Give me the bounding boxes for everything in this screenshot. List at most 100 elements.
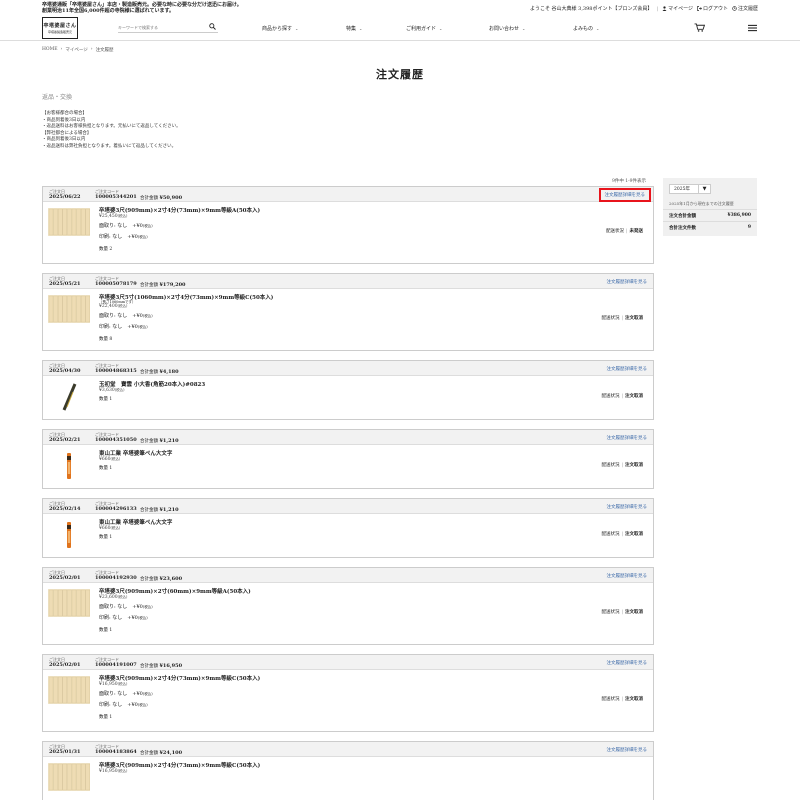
- delivery-status: 配送状況 | 未発送: [606, 228, 643, 234]
- product-price: ¥660(税込): [99, 526, 120, 531]
- order-code: ご注文コード 100004183864: [95, 744, 137, 755]
- product-price: ¥16,950(税込): [99, 682, 127, 687]
- order-detail-link[interactable]: 注文履歴詳細を見る: [607, 279, 648, 285]
- tax-label: (税込): [117, 769, 128, 773]
- product-name[interactable]: 卒塔婆3尺(909mm)×2寸4分(73mm)×9mm等級C(50本入): [99, 674, 260, 682]
- logout-link[interactable]: ログアウト: [697, 5, 728, 12]
- order-detail-link[interactable]: 注文履歴詳細を見る: [607, 660, 648, 666]
- order-card: ご注文日 2025/02/14 ご注文コード 100004296133 合計金額 ¥1,…: [42, 498, 654, 558]
- breadcrumb-mypage[interactable]: マイページ: [65, 47, 87, 53]
- nav-contact[interactable]: お問い合わせ ⌄: [489, 25, 573, 32]
- option-chamfer-label: 面取り: なし: [99, 223, 128, 229]
- product-thumbnail[interactable]: [48, 763, 90, 791]
- menu-icon[interactable]: [748, 24, 757, 32]
- product-thumbnail[interactable]: [48, 295, 90, 323]
- delivery-status-value: 注文取消: [625, 610, 643, 615]
- option-chamfer: 面取り: なし +¥0(税込): [99, 603, 153, 610]
- nav-reading[interactable]: よみもの ⌄: [573, 25, 633, 32]
- product-name[interactable]: 卒塔婆3尺(909mm)×2寸4分(73mm)×9mm等級C(50本入): [99, 761, 260, 769]
- tax-label: (税込): [142, 605, 153, 609]
- tax-label: (税込): [110, 457, 121, 461]
- product-name[interactable]: 卒塔婆3尺(909mm)×2寸4分(73mm)×9mm等級A(50本入): [99, 206, 260, 214]
- chevron-down-icon: ⌄: [596, 26, 600, 31]
- order-total: 合計金額 ¥1,210: [140, 438, 179, 444]
- option-print-label: 印刷: なし: [99, 324, 123, 330]
- option-chamfer-label: 面取り: なし: [99, 604, 128, 610]
- order-detail-link[interactable]: 注文履歴詳細を見る: [607, 435, 648, 441]
- delivery-status-label: 配送状況: [601, 463, 620, 468]
- order-detail-link[interactable]: 注文履歴詳細を見る: [607, 573, 648, 579]
- product-price-value: ¥22,400: [99, 304, 118, 309]
- product-thumbnail[interactable]: [48, 676, 90, 704]
- order-date-value: 2025/01/31: [49, 748, 81, 755]
- product-thumbnail[interactable]: [48, 452, 90, 480]
- tax-label: (税込): [117, 682, 128, 686]
- product-quantity: 数量 1: [99, 397, 113, 402]
- product-name[interactable]: 東山工業 卒塔婆筆ぺん大文字: [99, 518, 172, 526]
- product-name[interactable]: 東山工業 卒塔婆筆ぺん大文字: [99, 449, 172, 457]
- order-total-value: ¥24,100: [159, 750, 183, 756]
- nav-features[interactable]: 特集 ⌄: [346, 25, 406, 32]
- order-detail-link[interactable]: 注文履歴詳細を見る: [598, 188, 651, 202]
- breadcrumb-sep: ›: [90, 47, 93, 52]
- search-icon[interactable]: [209, 23, 216, 30]
- order-detail-link[interactable]: 注文履歴詳細を見る: [607, 366, 648, 372]
- returns-title: 返品・交換: [42, 94, 73, 101]
- user-bar: ようこそ 谷山大典様 3,398ポイント【ブロンズ会員】 | マイページ ログア…: [529, 5, 758, 13]
- delivery-status-label: 配送状況: [601, 697, 620, 702]
- user-greeting: ようこそ 谷山大典様 3,398ポイント【ブロンズ会員】: [529, 6, 653, 12]
- order-header: ご注文日 2025/01/31 ご注文コード 100004183864 合計金額 ¥24…: [43, 742, 653, 757]
- delivery-status: 配送状況 | 注文取消: [601, 696, 643, 702]
- year-select[interactable]: 2025年 ▼: [669, 184, 711, 194]
- product-quantity: 数量 1: [99, 535, 113, 540]
- order-header: ご注文日 2025/02/21 ご注文コード 100004351050 合計金額 ¥1,…: [43, 430, 653, 445]
- order-date-value: 2025/02/21: [49, 436, 81, 443]
- summary-count-label: 合計注文件数: [669, 226, 696, 231]
- option-print: 印刷: なし +¥0(税込): [99, 233, 148, 240]
- search-input[interactable]: [118, 24, 206, 30]
- option-price: +¥0: [132, 313, 143, 319]
- order-date: ご注文日 2025/02/14: [49, 501, 80, 512]
- option-print-label: 印刷: なし: [99, 234, 123, 240]
- order-detail-link[interactable]: 注文履歴詳細を見る: [607, 747, 648, 753]
- mypage-link[interactable]: マイページ: [662, 5, 693, 12]
- summary-total-row: 注文合計金額 ¥386,900: [663, 209, 757, 220]
- order-code-value: 100005344201: [95, 193, 137, 200]
- cart-icon[interactable]: [694, 23, 705, 32]
- year-value: 2025年: [674, 187, 690, 192]
- product-thumbnail[interactable]: [48, 208, 90, 236]
- order-total: 合計金額 ¥50,900: [140, 195, 182, 201]
- order-total: 合計金額 ¥4,180: [140, 369, 179, 375]
- returns-policy: 【お客様都合の場合】 ・商品到着後3日以内 ・返品送料はお客様負担となります。元…: [42, 111, 181, 150]
- nav-guide[interactable]: ご利用ガイド ⌄: [406, 25, 489, 32]
- order-total-value: ¥16,950: [159, 663, 183, 669]
- order-total-value: ¥1,210: [159, 507, 179, 513]
- dropdown-arrow-icon: ▼: [698, 185, 710, 193]
- history-link[interactable]: 注文履歴: [732, 5, 758, 12]
- separator: |: [621, 316, 623, 321]
- order-card: ご注文日 2025/06/22 ご注文コード 100005344201 合計金額 ¥50…: [42, 186, 654, 264]
- breadcrumb-home[interactable]: HOME: [42, 47, 58, 53]
- option-price: +¥0: [127, 324, 138, 330]
- option-price: +¥0: [127, 702, 138, 708]
- site-header: 卒塔婆屋さん 卒塔婆製造販売元 商品から探す⌄ 特集⌄ ご利用ガイド⌄ お問い合…: [0, 15, 800, 41]
- order-date: ご注文日 2025/04/30: [49, 363, 80, 374]
- option-price: +¥0: [132, 604, 143, 610]
- order-detail-link[interactable]: 注文履歴詳細を見る: [607, 504, 648, 510]
- tax-label: (税込): [142, 692, 153, 696]
- product-thumbnail[interactable]: [48, 521, 90, 549]
- product-thumbnail[interactable]: [48, 589, 90, 617]
- order-code-value: 100004296133: [95, 505, 137, 512]
- store-notice: 卒塔婆通販「卒塔婆屋さん」本店・製造販売元。必要な時に必要な分だけ送迅にお届け。…: [42, 2, 372, 14]
- product-price: ¥23,600(税込): [99, 595, 127, 600]
- product-name[interactable]: 卒塔婆3尺(909mm)×2寸(60mm)×9mm等級A(50本入): [99, 587, 251, 595]
- product-thumbnail[interactable]: [48, 383, 90, 411]
- nav-products[interactable]: 商品から探す ⌄: [262, 25, 346, 32]
- order-total-label: 合計金額: [140, 751, 158, 756]
- site-logo[interactable]: 卒塔婆屋さん 卒塔婆製造販売元: [42, 17, 78, 39]
- order-date: ご注文日 2025/02/01: [49, 657, 80, 668]
- product-name[interactable]: 玉初堂 寶雲 小大香(角筋20本入)#0823: [99, 380, 205, 388]
- product-price-value: ¥16,950: [99, 682, 118, 687]
- breadcrumb: HOME › マイページ › 注文履歴: [42, 47, 114, 53]
- option-print: 印刷: なし +¥0(税込): [99, 614, 148, 621]
